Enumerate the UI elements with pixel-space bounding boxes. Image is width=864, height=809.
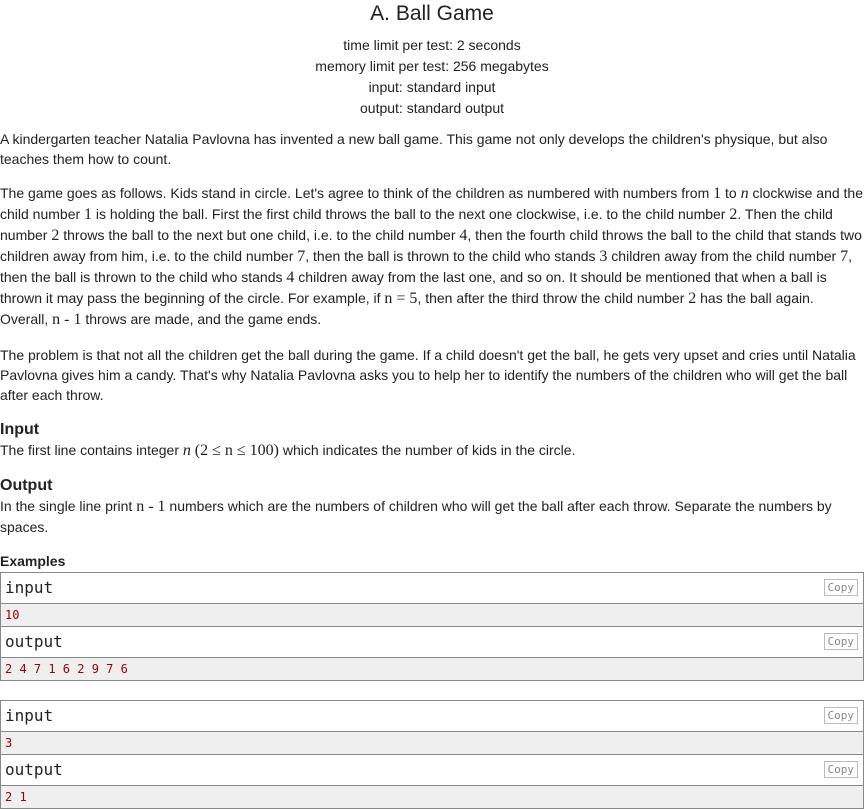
math: 1 [84,206,93,223]
problem-title: A. Ball Game [370,2,494,25]
math: n [182,442,191,459]
input-file: input: standard input [368,79,496,95]
text: which indicates the number of kids in th… [278,442,576,458]
example-1-input: 10 [1,604,863,627]
memory-limit: memory limit per test: 256 megabytes [315,58,549,74]
example-1-input-header: input Copy [1,573,863,604]
math: 7 [840,248,849,265]
output-label: output [5,632,63,651]
text: In the single line print [0,498,137,514]
input-label: input [5,706,54,725]
math: n - 1 [136,498,166,515]
output-specification: In the single line print n - 1 numbers w… [0,496,864,537]
copy-input-button[interactable]: Copy [823,579,858,596]
example-1-output-header: output Copy [1,627,863,658]
example-2-input: 3 [1,732,863,755]
copy-input-button[interactable]: Copy [823,707,858,724]
legend-paragraph-1: A kindergarten teacher Natalia Pavlovna … [0,131,828,167]
math: n [740,185,749,202]
example-2: input Copy 3 output Copy 2 1 [0,700,864,809]
copy-output-button[interactable]: Copy [823,761,858,778]
output-label: output [5,760,63,779]
output-section-title: Output [0,477,53,494]
text: The first line contains integer [0,442,183,458]
math: n - 1 [52,311,82,328]
text: to [721,185,741,201]
examples-title: Examples [0,553,66,569]
problem-limits: time limit per test: 2 seconds memory li… [0,35,864,119]
example-1-output: 2 4 7 1 6 2 9 7 6 [1,658,863,680]
example-2-output-header: output Copy [1,755,863,786]
text: throws the ball to the next but one chil… [59,227,460,243]
input-specification: The first line contains integer n (2 ≤ n… [0,440,864,461]
legend-paragraph-2: The game goes as follows. Kids stand in … [0,183,864,330]
problem-statement: A. Ball Game time limit per test: 2 seco… [0,0,864,809]
text: children away from the child number [607,248,841,264]
example-2-input-header: input Copy [1,701,863,732]
text: throws are made, and the game ends. [81,311,322,327]
input-section-title: Input [0,421,40,438]
copy-output-button[interactable]: Copy [823,633,858,650]
math: n = 5 [384,290,418,307]
time-limit: time limit per test: 2 seconds [343,37,521,53]
math: 1 [713,185,722,202]
text: The game goes as follows. Kids stand in … [0,185,714,201]
text: , then the ball is thrown to the child w… [305,248,600,264]
math: (2 ≤ n ≤ 100) [194,442,279,459]
output-file: output: standard output [360,100,504,116]
example-2-output: 2 1 [1,786,863,808]
text: is holding the ball. First the first chi… [92,206,730,222]
example-1: input Copy 10 output Copy 2 4 7 1 6 2 9 … [0,572,864,681]
input-label: input [5,578,54,597]
legend-paragraph-3: The problem is that not all the children… [0,347,856,403]
text: , then after the third throw the child n… [417,290,689,306]
